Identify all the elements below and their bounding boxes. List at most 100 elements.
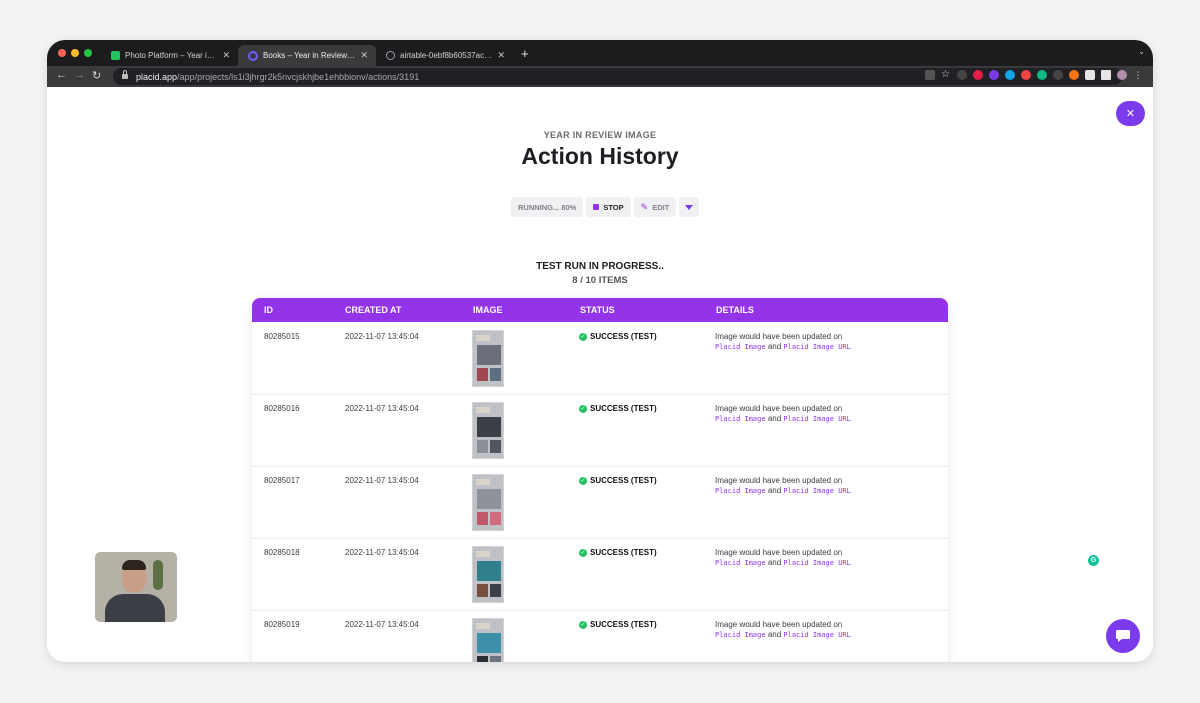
placid-image-link[interactable]: Placid Image <box>715 559 766 567</box>
url-host: placid.app <box>136 71 178 82</box>
row-created-at: 2022-11-07 13:45:04 <box>345 548 419 557</box>
close-icon: ✕ <box>1125 108 1136 120</box>
lock-icon <box>122 70 128 79</box>
chevron-down-icon[interactable]: ⌄ <box>1138 47 1145 56</box>
progress-title: TEST RUN IN PROGRESS.. <box>536 261 664 272</box>
tab-airtable[interactable]: airtable-0ebf8b60537ac1fafa ✕ <box>376 45 513 66</box>
placid-image-link[interactable]: Placid Image <box>715 343 766 351</box>
reload-icon[interactable]: ↻ <box>92 69 101 82</box>
details-text: Image would have been updated on <box>715 620 843 629</box>
status-text: SUCCESS (TEST) <box>590 548 657 557</box>
row-created-at: 2022-11-07 13:45:04 <box>345 332 419 341</box>
page-content: ✕ YEAR IN REVIEW IMAGE Action History RU… <box>47 87 1153 662</box>
row-details: Image would have been updated on Placid I… <box>715 548 851 568</box>
details-text: Image would have been updated on <box>715 548 843 557</box>
extension-icon[interactable] <box>1021 70 1031 80</box>
placid-image-url-link[interactable]: Placid Image URL <box>783 487 850 495</box>
grammarly-icon[interactable]: G <box>1088 555 1099 566</box>
edit-label: EDIT <box>652 202 670 212</box>
extension-icon[interactable] <box>1005 70 1015 80</box>
new-tab-button[interactable]: + <box>521 46 529 61</box>
status-badge: ✓ SUCCESS (TEST) <box>579 620 657 629</box>
close-window-button[interactable] <box>58 49 66 57</box>
tab-books-placid[interactable]: Books – Year in Review – Placid ✕ <box>238 45 376 66</box>
image-thumbnail[interactable] <box>472 618 504 662</box>
more-actions-dropdown[interactable] <box>679 197 700 217</box>
row-id: 80285018 <box>264 548 300 557</box>
extension-icon[interactable] <box>989 70 999 80</box>
placid-image-link[interactable]: Placid Image <box>715 631 766 639</box>
placid-image-url-link[interactable]: Placid Image URL <box>783 415 850 423</box>
tab-photo-platform[interactable]: Photo Platform – Year in Review ✕ <box>101 45 238 66</box>
chat-bubble-icon <box>1116 630 1130 642</box>
table-row: 80285016 2022-11-07 13:45:04 ✓ SUCCESS (T… <box>252 394 948 467</box>
header-image: IMAGE <box>473 305 503 315</box>
placid-image-link[interactable]: Placid Image <box>715 487 766 495</box>
image-thumbnail[interactable] <box>472 330 504 387</box>
edit-button[interactable]: ✎ EDIT <box>633 197 677 217</box>
address-bar: ← → ↻ placid.app/app/projects/ls1i3jhrgr… <box>47 66 1153 87</box>
status-badge: ✓ SUCCESS (TEST) <box>579 476 657 485</box>
webcam-overlay <box>95 552 177 622</box>
header-id: ID <box>264 305 273 315</box>
row-created-at: 2022-11-07 13:45:04 <box>345 404 419 413</box>
placid-image-link[interactable]: Placid Image <box>715 415 766 423</box>
row-details: Image would have been updated on Placid I… <box>715 620 851 640</box>
status-badge: ✓ SUCCESS (TEST) <box>579 548 657 557</box>
close-tab-icon[interactable]: ✕ <box>222 50 230 61</box>
check-circle-icon: ✓ <box>579 476 587 485</box>
placid-image-url-link[interactable]: Placid Image URL <box>783 559 850 567</box>
photo-platform-icon <box>111 51 120 60</box>
running-status: RUNNING... 80% <box>511 197 584 217</box>
caret-down-icon <box>685 204 694 210</box>
action-history-table: ID CREATED AT IMAGE STATUS DETAILS 80285… <box>252 298 948 662</box>
stop-button[interactable]: STOP <box>586 197 631 217</box>
extension-icon[interactable] <box>1053 70 1063 80</box>
header-details: DETAILS <box>716 305 754 315</box>
status-text: SUCCESS (TEST) <box>590 476 657 485</box>
image-thumbnail[interactable] <box>472 402 504 459</box>
page-eyebrow: YEAR IN REVIEW IMAGE <box>543 130 657 140</box>
close-tab-icon[interactable]: ✕ <box>497 50 505 61</box>
row-details: Image would have been updated on Placid I… <box>715 404 851 424</box>
minimize-window-button[interactable] <box>71 49 79 57</box>
page-title: Action History <box>521 143 679 169</box>
puzzle-icon[interactable] <box>1085 70 1095 80</box>
browser-window: Photo Platform – Year in Review ✕ Books … <box>47 40 1153 662</box>
back-arrow-icon[interactable]: ← <box>56 69 67 81</box>
table-row: 80285017 2022-11-07 13:45:04 ✓ SUCCESS (T… <box>252 466 948 539</box>
close-button[interactable]: ✕ <box>1116 101 1145 126</box>
row-created-at: 2022-11-07 13:45:04 <box>345 620 419 629</box>
chat-button[interactable] <box>1106 619 1140 653</box>
image-thumbnail[interactable] <box>472 546 504 603</box>
image-thumbnail[interactable] <box>472 474 504 531</box>
details-and: and <box>767 342 782 351</box>
placid-icon <box>248 50 258 61</box>
globe-icon <box>386 51 395 60</box>
tab-title: airtable-0ebf8b60537ac1fafa <box>400 51 493 60</box>
row-id: 80285017 <box>264 476 300 485</box>
details-text: Image would have been updated on <box>715 476 843 485</box>
status-text: SUCCESS (TEST) <box>590 620 657 629</box>
extension-icon[interactable] <box>973 70 983 80</box>
details-and: and <box>767 558 782 567</box>
tab-title: Photo Platform – Year in Review <box>125 51 217 60</box>
sidebar-icon[interactable] <box>1101 70 1111 80</box>
extension-icon[interactable] <box>1069 70 1079 80</box>
status-text: SUCCESS (TEST) <box>590 332 657 341</box>
progress-count: 8 / 10 ITEMS <box>572 275 628 286</box>
action-controls: RUNNING... 80% STOP ✎ EDIT <box>511 197 700 217</box>
check-circle-icon: ✓ <box>579 332 587 341</box>
star-icon[interactable]: ☆ <box>941 70 951 80</box>
zoom-window-button[interactable] <box>84 49 92 57</box>
share-icon[interactable] <box>925 70 935 80</box>
placid-image-url-link[interactable]: Placid Image URL <box>783 343 850 351</box>
avatar[interactable] <box>1117 70 1127 80</box>
forward-arrow-icon[interactable]: → <box>74 69 85 81</box>
details-text: Image would have been updated on <box>715 404 843 413</box>
extension-icon[interactable] <box>1037 70 1047 80</box>
close-tab-icon[interactable]: ✕ <box>360 50 368 61</box>
more-icon[interactable]: ⋮ <box>1133 70 1143 80</box>
extension-icon[interactable] <box>957 70 967 80</box>
placid-image-url-link[interactable]: Placid Image URL <box>783 631 850 639</box>
